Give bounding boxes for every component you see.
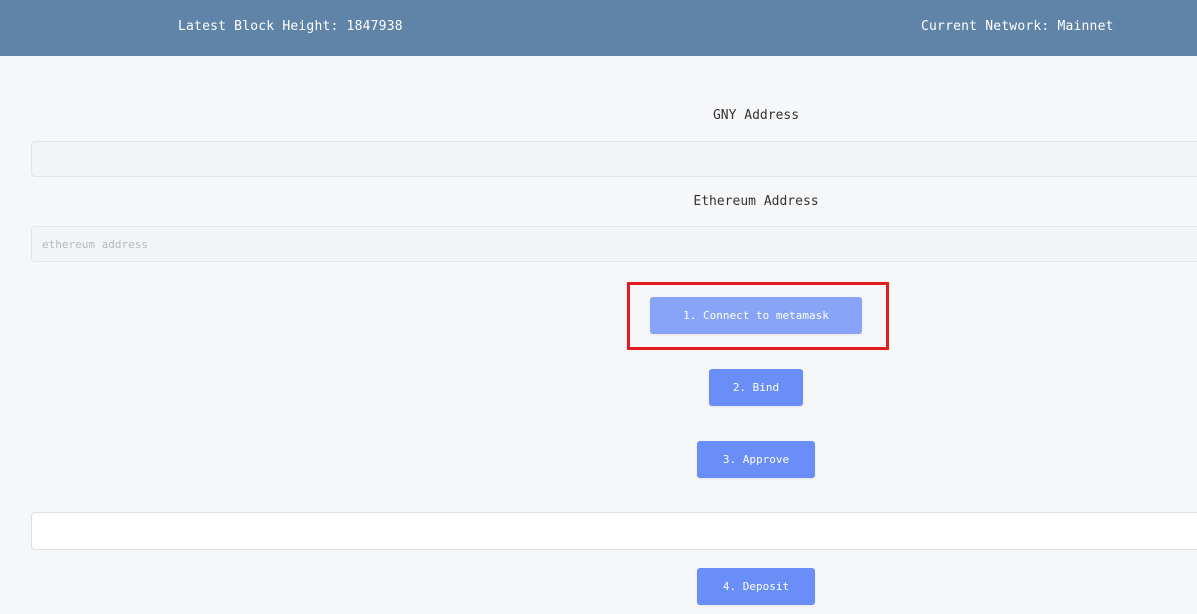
connect-metamask-button[interactable]: 1. Connect to metamask bbox=[650, 297, 862, 334]
approve-button[interactable]: 3. Approve bbox=[697, 441, 815, 478]
amount-input[interactable] bbox=[31, 512, 1197, 550]
network-status: Current Network: Mainnet bbox=[921, 19, 1114, 34]
gny-address-input[interactable] bbox=[31, 141, 1197, 177]
bind-button[interactable]: 2. Bind bbox=[709, 369, 803, 406]
gny-address-label: GNY Address bbox=[712, 108, 800, 123]
top-bar: Latest Block Height: 1847938 Current Net… bbox=[0, 0, 1197, 56]
ethereum-address-label: Ethereum Address bbox=[693, 194, 819, 209]
block-height-status: Latest Block Height: 1847938 bbox=[178, 19, 403, 34]
deposit-button[interactable]: 4. Deposit bbox=[697, 568, 815, 605]
ethereum-address-input[interactable] bbox=[31, 226, 1197, 262]
